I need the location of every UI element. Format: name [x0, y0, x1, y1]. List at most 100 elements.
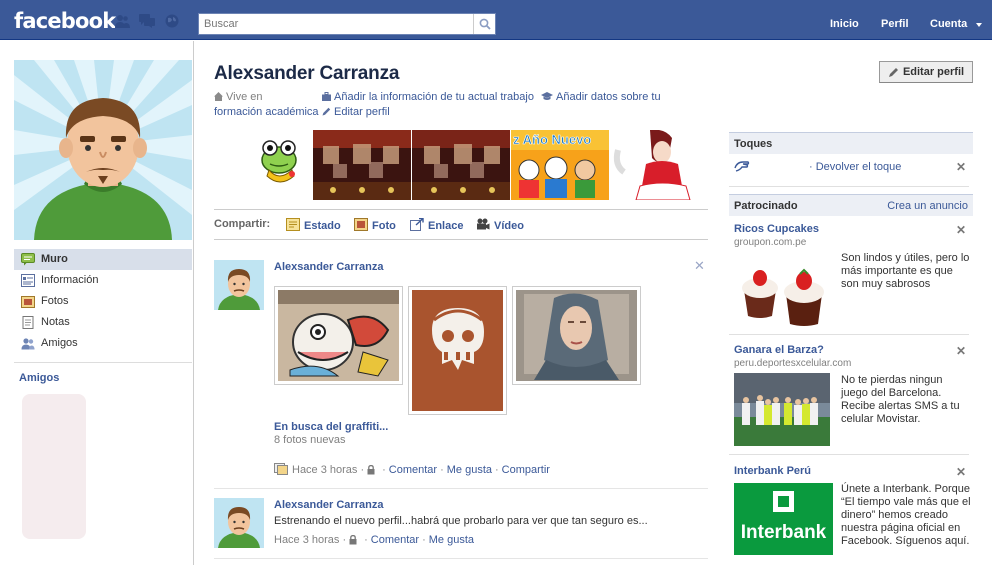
search-box — [198, 13, 496, 35]
ad-close-icon[interactable]: ✕ — [956, 223, 966, 237]
left-nav-friends[interactable]: Amigos — [14, 333, 192, 354]
photo-album-icon — [274, 463, 288, 475]
briefcase-icon — [322, 92, 331, 101]
create-ad-link[interactable]: Crea un anuncio — [887, 200, 968, 212]
notes-icon — [22, 316, 34, 329]
ad-body-text: Únete a Interbank. Porque “El tiempo val… — [841, 483, 971, 547]
right-divider — [729, 186, 969, 187]
composer-bar: Compartir: Estado Foto Enlace Vídeo — [214, 217, 708, 233]
like-link[interactable]: Me gusta — [447, 464, 492, 476]
right-divider — [729, 454, 969, 455]
messages-icon[interactable] — [139, 14, 155, 28]
video-camera-icon — [477, 218, 490, 230]
poke-back-link[interactable]: · Devolver el toque — [809, 161, 901, 173]
nav-home-link[interactable]: Inicio — [830, 18, 859, 30]
album-photo-thumb[interactable] — [512, 286, 641, 385]
strip-photo-anime[interactable] — [610, 130, 708, 200]
ad-title-link[interactable]: Ganara el Barza? — [734, 344, 824, 356]
nav-account-link[interactable]: Cuenta — [930, 18, 967, 30]
album-subtitle: 8 fotos nuevas — [274, 434, 346, 446]
story-divider — [214, 488, 708, 489]
left-nav-info[interactable]: Información — [14, 270, 192, 291]
story-author-avatar[interactable] — [214, 498, 264, 548]
left-nav-label: Notas — [41, 316, 70, 328]
composer-link-button[interactable]: Enlace — [410, 218, 463, 232]
card-caption: z Año Nuevo — [513, 132, 591, 147]
photo-icon — [354, 218, 368, 231]
profile-name: Alexsander Carranza — [214, 63, 400, 84]
wall-icon — [21, 253, 35, 266]
search-input[interactable] — [199, 14, 473, 34]
story-author-name[interactable]: Alexsander Carranza — [274, 261, 383, 273]
ad-domain: peru.deportesxcelular.com — [734, 358, 852, 369]
story-author-name[interactable]: Alexsander Carranza — [274, 499, 383, 511]
info-add-education-link[interactable]: Añadir datos sobre tu — [541, 91, 661, 103]
album-photo-thumb[interactable] — [274, 286, 403, 385]
ad-image-football[interactable] — [734, 373, 830, 446]
left-nav: Muro Información Fotos Notas Amigos — [14, 249, 192, 354]
pencil-icon — [888, 67, 898, 77]
comment-link[interactable]: Comentar — [389, 464, 437, 476]
ad-body-text: No te pierdas ningun juego del Barcelona… — [841, 374, 960, 425]
ad-close-icon[interactable]: ✕ — [956, 344, 966, 358]
home-icon — [214, 92, 223, 101]
facebook-logo[interactable]: facebook — [14, 9, 116, 33]
comment-link[interactable]: Comentar — [371, 534, 419, 546]
friend-requests-icon[interactable] — [114, 14, 130, 28]
search-button[interactable] — [473, 14, 495, 34]
ad-title-link[interactable]: Ricos Cupcakes — [734, 223, 819, 235]
composer-photo-button[interactable]: Foto — [354, 218, 396, 232]
sponsored-header: Patrocinado Crea un anuncio — [729, 194, 973, 216]
right-divider — [729, 334, 969, 335]
photos-icon — [21, 296, 35, 308]
strip-photo-theater-1[interactable] — [313, 130, 411, 200]
story-status-text: Estrenando el nuevo perfil...habrá que p… — [274, 515, 648, 527]
poke-dismiss-icon[interactable]: ✕ — [956, 160, 966, 174]
nav-profile-link[interactable]: Perfil — [881, 18, 909, 30]
ad-close-icon[interactable]: ✕ — [956, 465, 966, 479]
album-title-link[interactable]: En busca del graffiti... — [274, 421, 388, 433]
strip-photo-new-year-card[interactable]: z Año Nuevo — [511, 130, 609, 200]
graduation-cap-icon — [541, 92, 553, 100]
info-add-work-link[interactable]: Añadir la información de tu actual traba… — [322, 91, 534, 103]
account-caret-icon[interactable] — [976, 23, 982, 27]
like-link[interactable]: Me gusta — [429, 534, 474, 546]
info-lives-in: Vive en — [214, 91, 263, 103]
share-link[interactable]: Compartir — [502, 464, 550, 476]
composer-label: Compartir: — [214, 218, 271, 230]
top-bar: facebook Inicio Perfil Cuenta — [0, 0, 992, 40]
edit-profile-label: Editar perfil — [902, 66, 965, 78]
friends-section-header[interactable]: Amigos — [19, 372, 59, 384]
info-education-continuation[interactable]: formación académica — [214, 106, 319, 118]
composer-status-button[interactable]: Estado — [286, 218, 341, 232]
album-photo-thumb[interactable] — [408, 286, 507, 415]
story-author-avatar[interactable] — [214, 260, 264, 310]
strip-photo-theater-2[interactable] — [412, 130, 510, 200]
left-divider — [14, 362, 192, 363]
notifications-globe-icon[interactable] — [164, 14, 180, 28]
left-nav-label: Información — [41, 274, 99, 286]
meta-separator: · — [360, 464, 365, 476]
left-nav-notes[interactable]: Notas — [14, 312, 192, 333]
story-close-icon[interactable]: ✕ — [694, 258, 705, 274]
left-nav-label: Amigos — [41, 337, 78, 349]
left-nav-wall[interactable]: Muro — [14, 249, 192, 270]
left-nav-label: Fotos — [41, 295, 69, 307]
friends-placeholder — [22, 394, 86, 539]
story-meta-row: Hace 3 horas · · Comentar · Me gusta — [274, 534, 474, 546]
left-nav-photos[interactable]: Fotos — [14, 291, 192, 312]
friends-icon — [21, 338, 35, 350]
strip-photo-frog[interactable] — [214, 130, 312, 200]
ad-title-link[interactable]: Interbank Perú — [734, 465, 811, 477]
profile-picture[interactable] — [14, 60, 192, 240]
story-divider — [214, 558, 708, 559]
ad-image-interbank-logo[interactable]: Interbank — [734, 483, 833, 555]
info-edit-profile-link[interactable]: Editar perfil — [322, 106, 390, 118]
lock-icon[interactable] — [367, 465, 375, 475]
lock-icon[interactable] — [349, 535, 357, 545]
ad-image-cupcakes[interactable] — [734, 250, 830, 328]
composer-video-button[interactable]: Vídeo — [476, 218, 524, 232]
search-icon — [479, 18, 491, 30]
status-icon — [286, 218, 300, 231]
edit-profile-button[interactable]: Editar perfil — [879, 61, 973, 83]
